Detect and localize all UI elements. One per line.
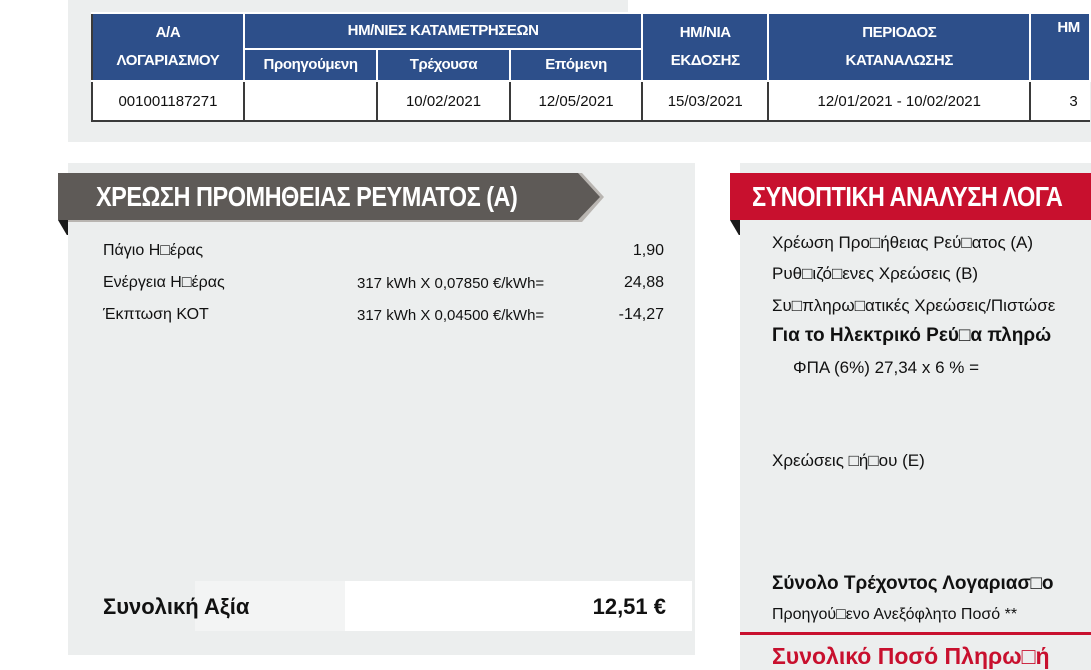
cell-previous-reading: [242, 80, 379, 122]
vat-row: ΦΠΑ (6%) 27,34 x 6 % =: [793, 358, 980, 377]
cell-consumption-period: 12/01/2021 - 10/02/2021: [767, 80, 1032, 122]
municipal-charges-row: Χρεώσεις □ή□ου (Ε): [772, 451, 925, 470]
electricity-heading: Για το Ηλεκτρικό Ρεύ□α πληρώ: [772, 325, 1052, 346]
kot-discount-detail: 317 kWh X 0,04500 €/kWh=: [357, 307, 545, 324]
header-clipped: ΗΜ: [1029, 12, 1091, 82]
header-consumption-period: ΠΕΡΙΟΔΟΣ ΚΑΤΑΝΑΛΩΣΗΣ: [767, 12, 1032, 82]
red-divider: [740, 632, 1091, 635]
fixed-charge-value: 1,90: [632, 242, 664, 259]
regulated-charges-row: Ρυθ□ιζό□ενες Χρεώσεις (Β): [772, 264, 979, 283]
header-next-reading: Επόμενη: [508, 48, 644, 82]
kot-discount-value: -14,27: [618, 306, 664, 323]
header-issue-date: ΗΜ/ΝΙΑ ΕΚΔΟΣΗΣ: [641, 12, 770, 82]
total-value-label: Συνολική Αξία: [103, 594, 250, 619]
cell-next-reading: 12/05/2021: [508, 80, 644, 122]
header-current-reading: Τρέχουσα: [376, 48, 511, 82]
previous-unpaid-amount: Προηγού□ενο Ανεξόφλητο Ποσό **: [772, 606, 1018, 623]
energy-charge-value: 24,88: [623, 274, 664, 291]
kot-discount-label: Έκπτωση ΚΟΤ: [103, 306, 209, 323]
bill-summary-title: ΣΥΝΟΠΤΙΚΗ ΑΝΑΛΥΣΗ ΛΟΓΑ: [752, 181, 1063, 212]
header-account-number: Α/Α ΛΟΓΑΡΙΑΣΜΟΥ: [91, 12, 245, 82]
supply-charge-banner: ΧΡΕΩΣΗ ΠΡΟΜΗΘΕΙΑΣ ΡΕΥΜΑΤΟΣ (Α): [56, 173, 604, 235]
table-row: 001001187271 10/02/2021 12/05/2021 15/03…: [91, 80, 1090, 122]
supply-charge-row: Χρέωση Προ□ήθειας Ρεύ□ατος (Α): [772, 233, 1034, 252]
fixed-charge-label: Πάγιο Η□έρας: [103, 242, 204, 259]
bill-summary-banner: ΣΥΝΟΠΤΙΚΗ ΑΝΑΛΥΣΗ ΛΟΓΑ: [728, 173, 1091, 235]
account-summary-table: Α/Α ΛΟΓΑΡΙΑΣΜΟΥ ΗΜ/ΝΙΕΣ ΚΑΤΑΜΕΤΡΗΣΕΩΝ ΗΜ/…: [91, 12, 1091, 122]
supply-charge-title: ΧΡΕΩΣΗ ΠΡΟΜΗΘΕΙΑΣ ΡΕΥΜΑΤΟΣ (Α): [96, 181, 518, 212]
cell-issue-date: 15/03/2021: [641, 80, 770, 122]
header-previous-reading: Προηγούμενη: [242, 48, 379, 82]
total-value-amount: 12,51 €: [592, 594, 666, 619]
energy-charge-detail: 317 kWh X 0,07850 €/kWh=: [357, 275, 545, 292]
grand-total-label: Συνολικό Ποσό Πληρω□ή: [772, 643, 1050, 669]
cell-account-number: 001001187271: [91, 80, 245, 122]
supplementary-charges-row: Συ□πληρω□ατικές Χρεώσεις/Πιστώσε: [772, 296, 1056, 315]
cell-clipped: 3: [1029, 80, 1090, 122]
energy-charge-label: Ενέργεια Η□έρας: [103, 274, 225, 291]
cell-current-reading: 10/02/2021: [376, 80, 511, 122]
header-reading-dates: ΗΜ/ΝΙΕΣ ΚΑΤΑΜΕΤΡΗΣΕΩΝ: [242, 12, 644, 50]
current-bill-total: Σύνολο Τρέχοντος Λογαριασ□ο: [772, 573, 1054, 594]
